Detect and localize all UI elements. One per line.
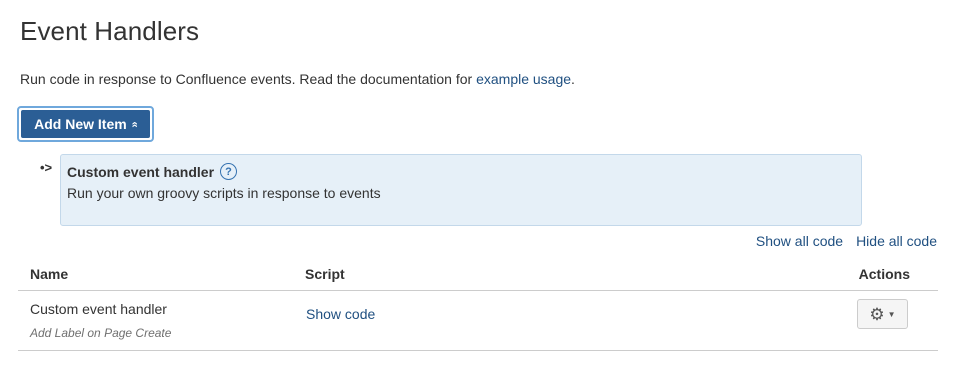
show-all-code-link[interactable]: Show all code — [756, 233, 843, 249]
option-title-row: Custom event handler ? — [67, 163, 855, 180]
header-name: Name — [30, 266, 69, 282]
intro-text: Run code in response to Confluence event… — [20, 71, 575, 87]
option-description: Run your own groovy scripts in response … — [67, 185, 381, 201]
intro-text-main: Run code in response to Confluence event… — [20, 71, 477, 87]
hide-all-code-link[interactable]: Hide all code — [856, 233, 937, 249]
option-title: Custom event handler — [67, 163, 215, 180]
handler-name: Custom event handler — [30, 301, 167, 317]
actions-dropdown-button[interactable]: ⚙ ▼ — [857, 299, 908, 329]
add-new-item-button[interactable]: Add New Item « — [17, 106, 154, 142]
code-toggle-links: Show all code Hide all code — [756, 233, 937, 249]
add-new-item-label: Add New Item — [34, 116, 127, 132]
caret-down-icon: ▼ — [887, 309, 896, 319]
table-row: Custom event handler Add Label on Page C… — [18, 291, 938, 351]
header-script: Script — [305, 266, 345, 282]
intro-text-end: . — [571, 71, 575, 87]
double-chevron-up-icon: « — [128, 120, 141, 128]
custom-event-handler-option[interactable]: Custom event handler ? Run your own groo… — [60, 154, 862, 226]
example-usage-link[interactable]: example usage — [476, 71, 571, 87]
gear-icon: ⚙ — [869, 304, 885, 324]
add-new-item-button-inner[interactable]: Add New Item « — [21, 110, 150, 138]
header-actions: Actions — [858, 266, 910, 282]
handlers-table: Name Script Actions Custom event handler… — [18, 259, 938, 351]
help-icon[interactable]: ? — [220, 163, 238, 180]
show-code-link[interactable]: Show code — [306, 306, 375, 322]
page-title: Event Handlers — [20, 16, 200, 46]
handler-label: Add Label on Page Create — [30, 326, 172, 340]
table-header: Name Script Actions — [18, 259, 938, 291]
selected-item-arrow-icon: •> — [40, 160, 53, 175]
